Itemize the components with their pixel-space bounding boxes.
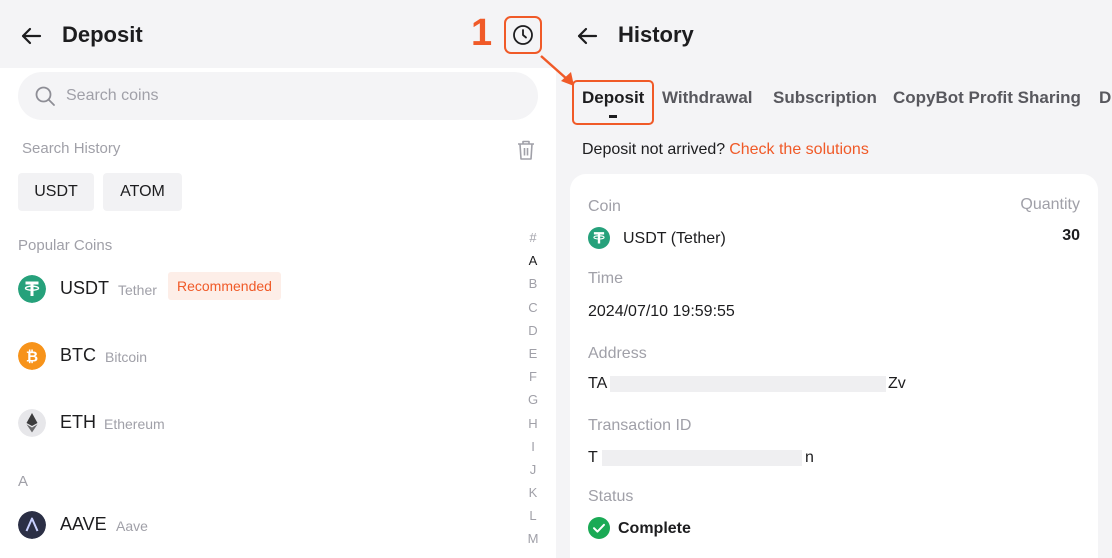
trash-icon[interactable]: [516, 139, 536, 161]
tab-more[interactable]: D: [1099, 88, 1111, 108]
alpha-index-item[interactable]: F: [526, 369, 540, 392]
transaction-id-redacted: [602, 450, 802, 466]
history-chip-atom[interactable]: ATOM: [103, 173, 182, 211]
transaction-id-suffix: n: [805, 449, 814, 466]
alpha-index-item[interactable]: C: [526, 300, 540, 323]
history-panel: History 2 Deposit Withdrawal Subscriptio…: [556, 0, 1112, 558]
tab-withdrawal[interactable]: Withdrawal: [662, 88, 753, 108]
alpha-index-item[interactable]: M: [526, 531, 540, 554]
check-circle-icon: [588, 517, 610, 539]
alpha-index-item[interactable]: G: [526, 392, 540, 415]
address-suffix: Zv: [888, 375, 906, 392]
alpha-index-item[interactable]: L: [526, 508, 540, 531]
annotation-step-1: 1: [471, 12, 493, 54]
page-title: Deposit: [62, 22, 143, 47]
coin-symbol: AAVE: [60, 514, 107, 534]
coin-value: USDT (Tether): [623, 230, 726, 247]
alpha-index-item[interactable]: K: [526, 485, 540, 508]
back-arrow-icon[interactable]: [576, 25, 598, 47]
active-tab-indicator: [609, 115, 617, 118]
coin-symbol: USDT: [60, 278, 109, 298]
tether-logo-icon: [588, 227, 610, 249]
search-bar[interactable]: [18, 72, 538, 120]
recommended-badge: Recommended: [168, 272, 281, 300]
time-label: Time: [588, 270, 623, 287]
search-history-label: Search History: [22, 140, 121, 157]
transaction-id-label: Transaction ID: [588, 417, 692, 434]
tab-copybot-profit-sharing[interactable]: CopyBot Profit Sharing: [893, 88, 1081, 108]
coin-name: Ethereum: [104, 416, 165, 432]
coin-symbol: ETH: [60, 412, 96, 432]
address-prefix: TA: [588, 375, 608, 392]
alpha-index-item[interactable]: H: [526, 416, 540, 439]
quantity-label: Quantity: [1020, 196, 1080, 213]
page-title: History: [618, 22, 694, 47]
clock-icon: [513, 25, 533, 45]
address-label: Address: [588, 345, 647, 362]
time-value: 2024/07/10 19:59:55: [588, 303, 735, 320]
check-solutions-link[interactable]: Check the solutions: [729, 141, 869, 158]
bitcoin-logo-icon: ₿: [18, 342, 46, 370]
svg-text:₿: ₿: [26, 348, 38, 366]
history-button[interactable]: [504, 16, 542, 54]
section-letter-a: A: [18, 473, 29, 490]
search-input[interactable]: [66, 80, 506, 112]
tether-logo-icon: [18, 275, 46, 303]
transaction-id-prefix: T: [588, 449, 598, 466]
quantity-value: 30: [1062, 227, 1080, 244]
app-root: Deposit 1 Search History USDT ATOM Popul…: [0, 0, 1112, 558]
deposit-header: Deposit 1: [0, 0, 556, 68]
coin-name: Tether: [118, 282, 157, 298]
address-redacted: [610, 376, 886, 392]
alphabet-index[interactable]: # A B C D E F G H I J K L M: [526, 230, 540, 555]
aave-logo-icon: [18, 511, 46, 539]
tab-subscription[interactable]: Subscription: [773, 88, 877, 108]
notice-text: Deposit not arrived?: [582, 141, 726, 158]
tab-label: Deposit: [582, 88, 645, 107]
deposit-panel: Deposit 1 Search History USDT ATOM Popul…: [0, 0, 556, 558]
back-arrow-icon[interactable]: [20, 25, 42, 47]
deposit-notice: Deposit not arrived? Check the solutions: [582, 141, 869, 159]
alpha-index-item[interactable]: A: [526, 253, 540, 276]
alpha-index-item[interactable]: B: [526, 276, 540, 299]
popular-coins-label: Popular Coins: [18, 237, 113, 254]
coin-row-usdt[interactable]: USDT Tether Recommended: [18, 269, 518, 309]
history-chip-usdt[interactable]: USDT: [18, 173, 94, 211]
alpha-index-item[interactable]: D: [526, 323, 540, 346]
deposit-record-card[interactable]: Coin USDT (Tether) Quantity 30 Time 2024…: [570, 174, 1098, 558]
alpha-index-item[interactable]: I: [526, 439, 540, 462]
alpha-index-item[interactable]: E: [526, 346, 540, 369]
coin-symbol: BTC: [60, 345, 96, 365]
coin-row-eth[interactable]: ETH Ethereum: [18, 403, 518, 443]
status-value: Complete: [618, 520, 691, 537]
coin-label: Coin: [588, 198, 621, 215]
coin-name: Bitcoin: [105, 349, 148, 365]
ethereum-logo-icon: [18, 409, 46, 437]
tab-deposit[interactable]: Deposit: [572, 80, 654, 125]
alpha-index-item[interactable]: #: [526, 230, 540, 253]
coin-name: Aave: [116, 518, 148, 534]
search-icon: [35, 86, 55, 106]
coin-row-aave[interactable]: AAVE Aave: [18, 505, 518, 545]
coin-row-btc[interactable]: ₿ BTC Bitcoin: [18, 336, 518, 376]
alpha-index-item[interactable]: J: [526, 462, 540, 485]
status-label: Status: [588, 488, 634, 505]
